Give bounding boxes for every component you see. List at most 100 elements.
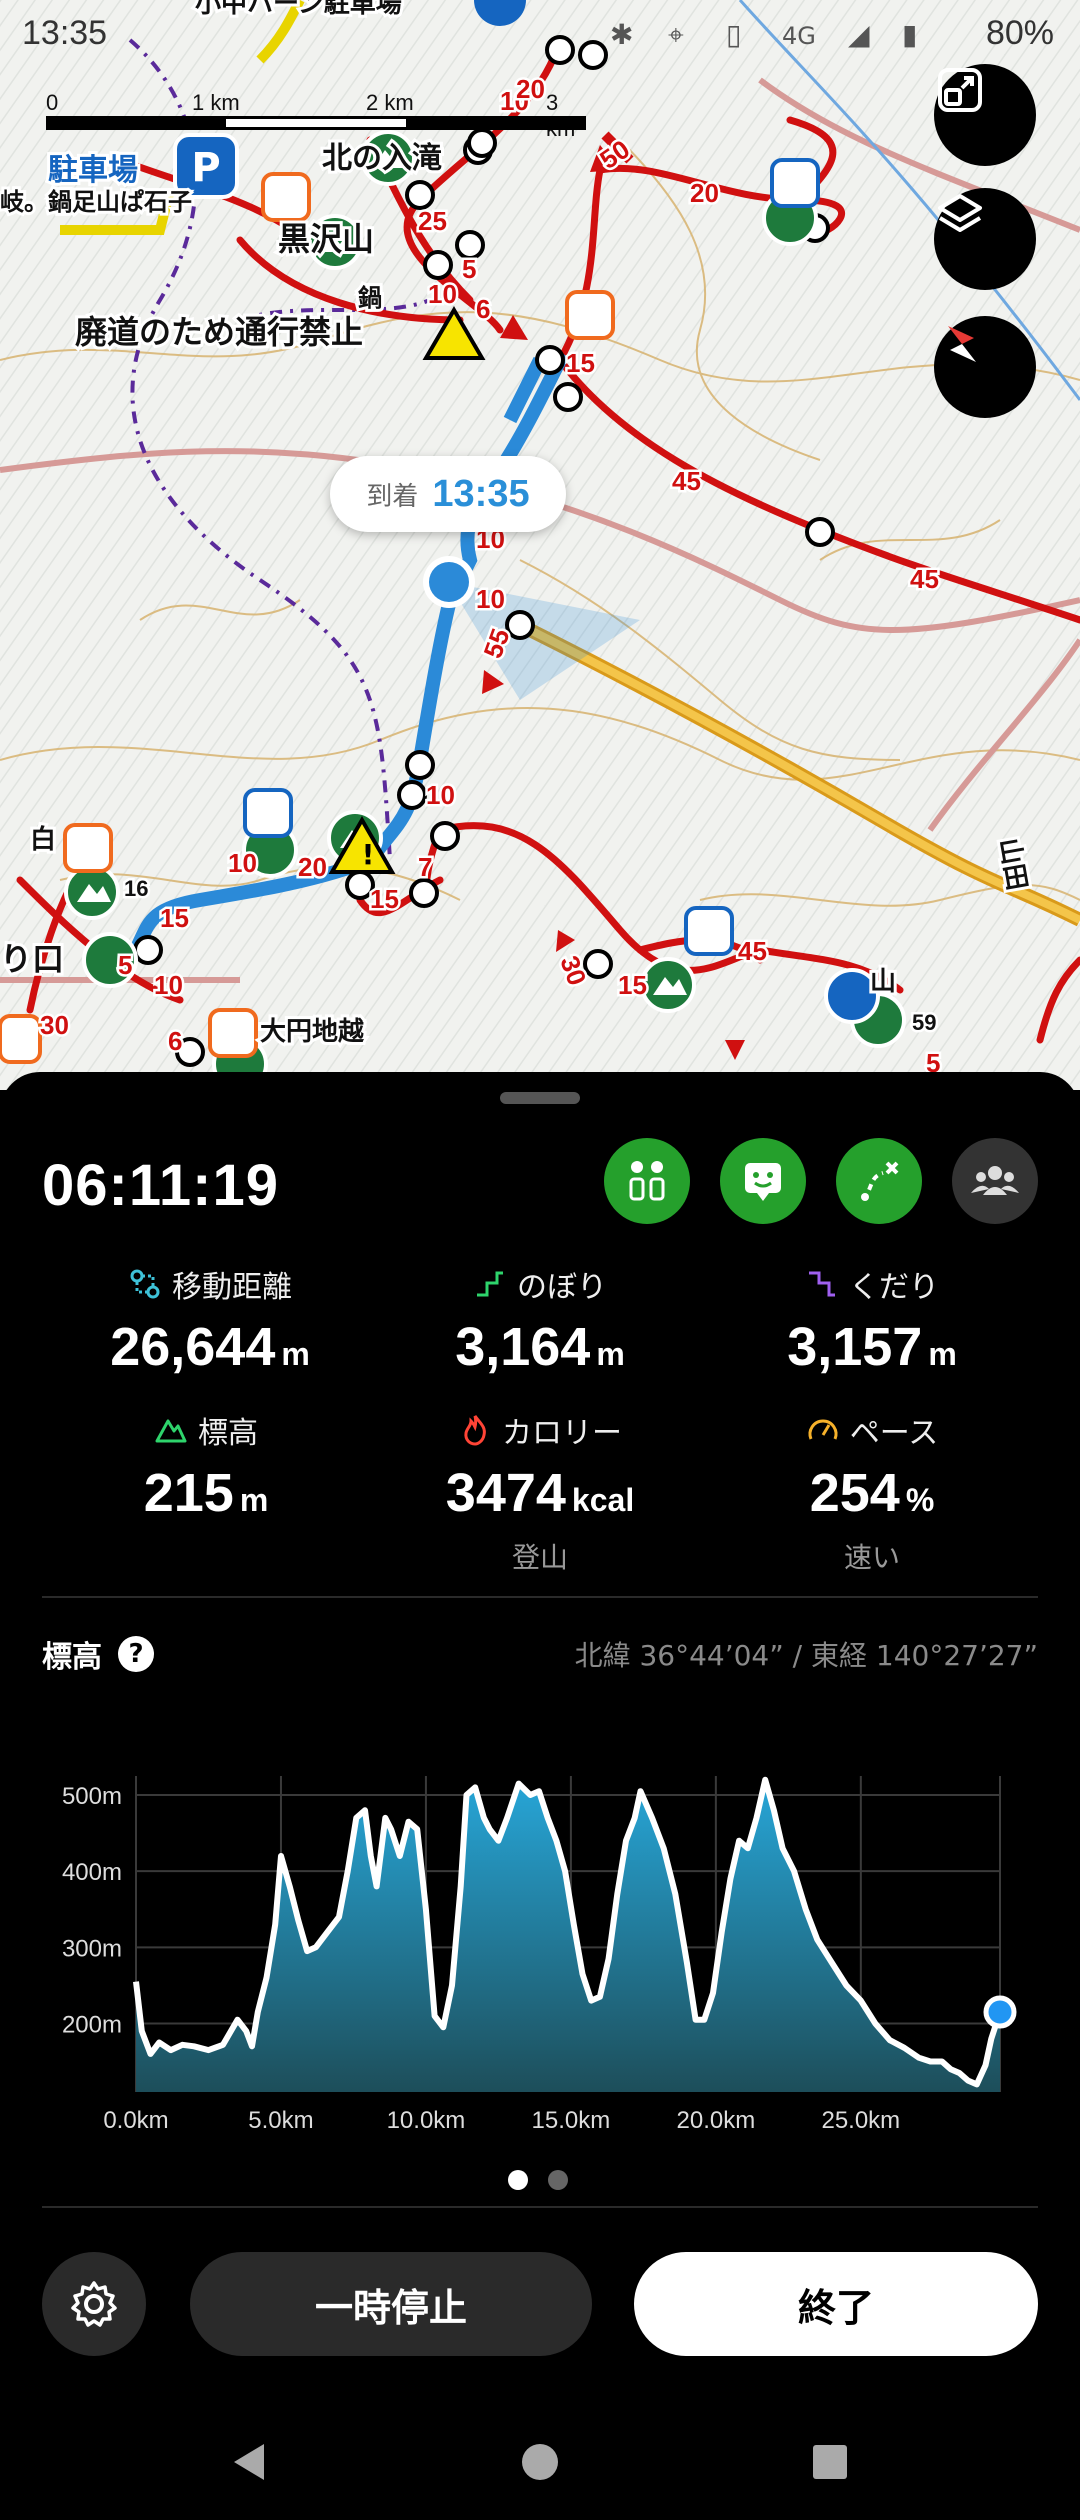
stat-unit: m [928,1336,957,1372]
segment-time: 10 [426,780,455,810]
segment-time: 7 [418,852,432,882]
elevation-area [136,1779,1000,2092]
chat-face-icon [745,1163,781,1201]
page-indicator [508,2170,568,2190]
stat-label: 標高 [198,1416,258,1451]
stat-pace: ペース 254% 速い [722,1408,1022,1576]
map-label-trail: 鍋足山ぱ石子 [48,188,192,216]
end-button[interactable]: 終了 [634,2252,1038,2356]
stat-value: 26,644 [110,1317,276,1377]
stat-calories: カロリー 3474 kcal 登山 [390,1408,690,1576]
segment-time: 15 [566,348,595,378]
signal-icon: ◢ [848,18,870,51]
back-icon[interactable] [230,2440,270,2484]
segment-time: 10 [428,279,457,309]
y-tick-label: 500m [62,1783,122,1810]
map-label-shiro: 白 [30,824,56,855]
status-bar: 13:35 ✱ ⌖ ▯ 4G ◢ ▮ 80% [0,0,1080,70]
map-label-parking: 駐車場 [48,153,138,188]
segment-time: 20 [298,852,327,882]
drag-handle[interactable] [500,1092,580,1104]
home-icon[interactable] [520,2442,560,2482]
bluetooth-icon: ✱ [610,18,634,51]
x-tick-label: 10.0km [387,2107,466,2134]
segment-time: 45 [910,564,939,594]
stat-descent: くだり 3,157 m [722,1262,1022,1378]
location-icon: ⌖ [668,18,684,51]
y-tick-label: 300m [62,1935,122,1962]
segment-time: 59 [912,1010,936,1035]
elevation-title: 標高 ? [42,1632,154,1676]
stat-value: 3474 [445,1463,566,1523]
stat-unit: m [281,1336,310,1372]
segment-time: 45 [672,466,701,496]
segment-time: 6 [476,294,490,324]
svg-text:P: P [191,145,220,191]
map-view[interactable]: ! P 駐車場 鍋足山ぱ石子 岐。 北の入滝 黒沢山 鍋 廃道のため通行禁止 大… [0,0,1080,1090]
route-guide-button[interactable] [604,1138,690,1224]
group-icon [971,1166,1019,1195]
status-time: 13:35 [22,14,108,52]
elapsed-time: 06:11:19 [42,1153,279,1218]
map-label-closed: 廃道のため通行禁止 [75,313,363,351]
stat-unit: m [239,1482,269,1518]
x-tick-label: 0.0km [103,2107,168,2134]
stat-label: カロリー [502,1416,622,1451]
segment-time: 10 [476,584,505,614]
stat-unit: m [596,1336,625,1372]
scale-label: 1 km [192,90,240,115]
settings-button[interactable] [42,2252,146,2356]
fit-track-button[interactable] [934,64,1036,166]
scale-label: 2 km [366,90,414,115]
map-canvas: ! P 駐車場 鍋足山ぱ石子 岐。 北の入滝 黒沢山 鍋 廃道のため通行禁止 大… [0,0,1080,1090]
route-deviation-button[interactable] [836,1138,922,1224]
system-navigation-bar [0,2404,1080,2520]
stat-value: 3,157 [787,1317,923,1377]
stat-sub: 登山 [511,1541,568,1574]
recents-icon[interactable] [810,2442,850,2482]
pause-button[interactable]: 一時停止 [190,2252,592,2356]
segment-time: 10 [154,970,183,1000]
segment-time: 15 [160,903,189,933]
y-tick-label: 400m [62,1859,122,1886]
stat-value: 254 [809,1463,900,1523]
map-label-yama: 山 [870,967,896,997]
help-icon[interactable]: ? [118,1636,154,1672]
segment-time: 5 [462,254,476,284]
segment-time: 45 [738,936,767,966]
arrival-label: 到着 [366,481,419,512]
layers-button[interactable] [934,188,1036,290]
ascent-icon [477,1271,503,1297]
compass-icon [948,326,976,362]
segment-time: 20 [690,178,719,208]
map-label-kanji: 鍋 [358,284,382,312]
map-label-daien: 大円地越 [260,1017,365,1047]
map-scale-bar: 0 1 km 2 km 3 km [46,90,586,141]
party-members-button[interactable] [952,1138,1038,1224]
divider [42,1596,1038,1598]
page-dot-active[interactable] [508,2170,528,2190]
stat-sub: 速い [843,1541,900,1574]
divider [42,2206,1038,2208]
segment-time: 10 [228,848,257,878]
arrival-time-bubble: 到着 13:35 [330,456,566,532]
coordinates: 北緯 36°44’04” / 東経 140°27’27” [574,1639,1038,1672]
network-type: 4G [782,22,816,50]
elevation-chart[interactable]: 200m 300m 400m 500m 0.0km 5.0km 10.0km 15.0km 20… [0,1700,1080,2160]
route-branch-icon [861,1161,899,1201]
map-label-edge: 岐。 [0,188,48,216]
compass-button[interactable] [934,316,1036,418]
battery-icon: ▮ [902,18,918,51]
x-tick-label: 5.0km [248,2107,313,2134]
x-tick-label: 20.0km [677,2107,756,2134]
elevation-title-text: 標高 [42,1640,102,1675]
arrival-time: 13:35 [432,472,530,515]
svg-text:!: ! [362,838,375,871]
stat-ascent: のぼり 3,164 m [390,1262,690,1378]
stat-distance: 移動距離 26,644 m [60,1262,360,1378]
map-label-riguchi: り口 [0,940,64,978]
stat-altitude: 標高 215 m [56,1408,356,1524]
memo-button[interactable] [720,1138,806,1224]
page-dot[interactable] [548,2170,568,2190]
segment-time: 25 [418,206,447,236]
